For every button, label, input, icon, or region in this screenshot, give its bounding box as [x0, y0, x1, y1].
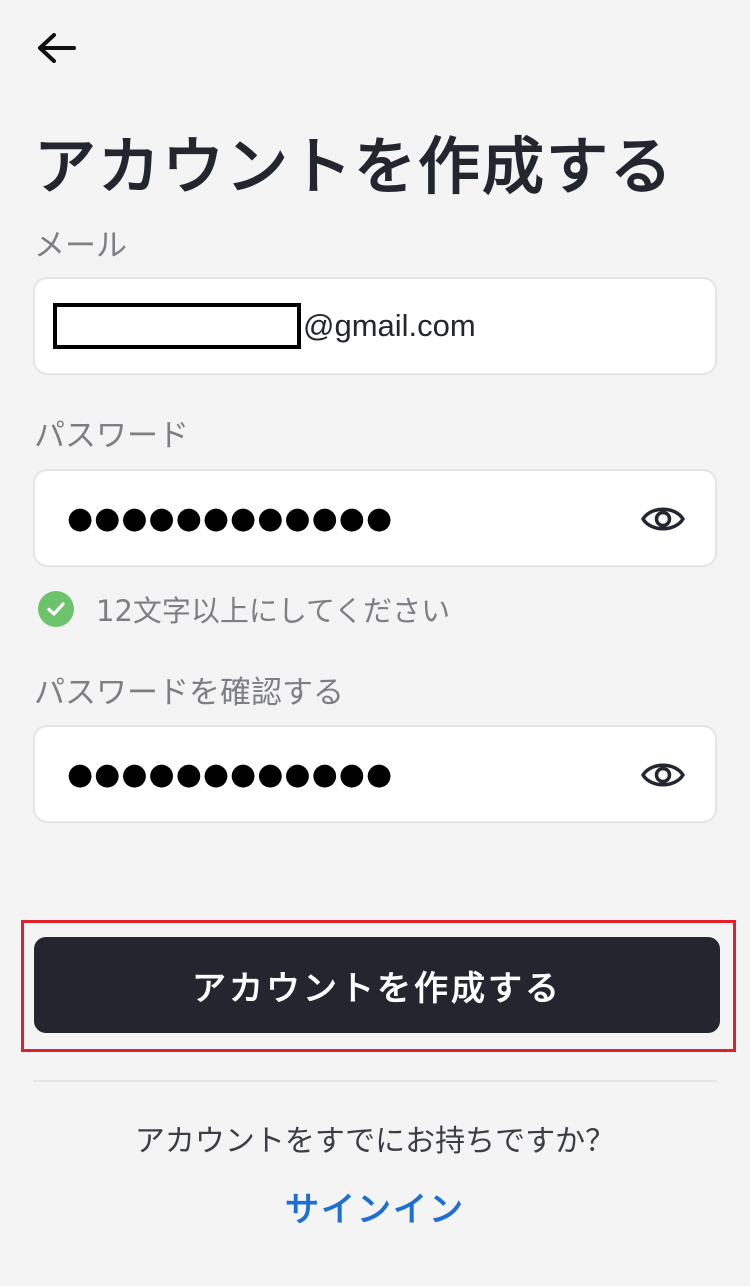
back-button[interactable] [34, 28, 78, 68]
eye-icon [641, 507, 685, 531]
email-input[interactable]: @gmail.com [53, 299, 673, 353]
redaction-box [53, 303, 301, 349]
create-account-highlight: アカウントを作成する [21, 920, 736, 1052]
password-label: パスワード [34, 418, 189, 454]
sign-in-link[interactable]: サインイン [0, 1182, 750, 1231]
confirm-password-label: パスワードを確認する [34, 675, 344, 711]
arrow-left-icon [38, 33, 76, 63]
confirm-password-input[interactable]: ●●●●●●●●●●●● [67, 753, 393, 797]
password-visibility-toggle[interactable] [641, 499, 685, 539]
email-label: メール [34, 228, 127, 264]
email-field[interactable]: @gmail.com [33, 277, 717, 375]
page-title: アカウントを作成する [34, 130, 675, 203]
confirm-password-visibility-toggle[interactable] [641, 755, 685, 795]
password-field[interactable]: ●●●●●●●●●●●● [33, 469, 717, 567]
eye-icon [641, 763, 685, 787]
divider [33, 1080, 717, 1082]
password-hint: 12文字以上にしてください [38, 588, 450, 630]
password-input[interactable]: ●●●●●●●●●●●● [67, 497, 393, 541]
create-account-button[interactable]: アカウントを作成する [34, 937, 720, 1033]
already-have-account-text: アカウントをすでにお持ちですか？ [134, 1124, 616, 1159]
password-hint-text: 12文字以上にしてください [96, 594, 451, 628]
check-circle-icon [38, 591, 74, 627]
confirm-password-field[interactable]: ●●●●●●●●●●●● [33, 725, 717, 823]
email-domain-text: @gmail.com [303, 308, 476, 343]
